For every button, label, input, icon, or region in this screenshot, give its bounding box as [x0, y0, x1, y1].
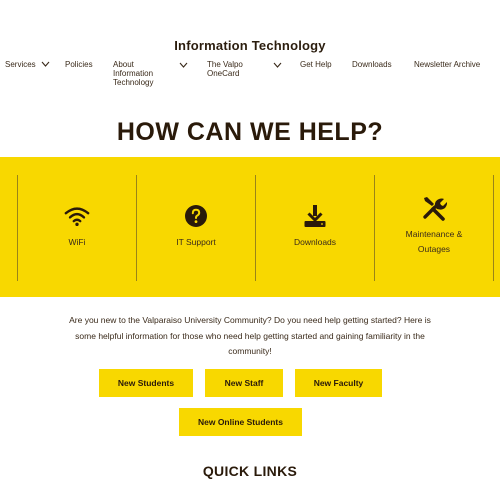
tile-label: IT Support	[176, 237, 216, 247]
quick-links-heading: QUICK LINKS	[202, 463, 298, 479]
nav-item-newsletter-archive[interactable]: Newsletter Archive	[414, 60, 480, 69]
site-title[interactable]: Information Technology	[0, 38, 500, 53]
tile-label: WiFi	[68, 237, 86, 247]
tile-label: Downloads	[293, 237, 337, 247]
new-faculty-button[interactable]: New Faculty	[295, 369, 382, 397]
tile-label: Maintenance & Outages	[405, 229, 463, 254]
main-nav: Services Policies About Information Tech…	[0, 60, 500, 92]
intro-text: Are you new to the Valparaiso University…	[69, 315, 431, 356]
tools-icon	[421, 195, 447, 221]
new-staff-button[interactable]: New Staff	[205, 369, 283, 397]
nav-item-label: Services	[5, 60, 36, 69]
tile-wifi[interactable]: WiFi	[18, 175, 136, 281]
nav-item-label: The Valpo OneCard	[207, 60, 243, 78]
help-tiles-band: WiFi IT Support Downloads Maintenance & …	[0, 157, 500, 297]
new-online-students-button[interactable]: New Online Students	[179, 408, 302, 436]
nav-item-get-help[interactable]: Get Help	[300, 60, 332, 69]
chevron-down-icon[interactable]	[273, 61, 282, 69]
wifi-icon	[64, 203, 90, 229]
nav-item-onecard[interactable]: The Valpo OneCard	[207, 60, 255, 78]
nav-item-label: Newsletter Archive	[414, 60, 481, 69]
tile-downloads[interactable]: Downloads	[256, 175, 374, 281]
chevron-down-icon	[41, 61, 50, 67]
chevron-down-icon[interactable]	[179, 61, 188, 69]
tile-divider	[493, 175, 494, 281]
new-students-button[interactable]: New Students	[99, 369, 193, 397]
nav-item-downloads[interactable]: Downloads	[352, 60, 392, 69]
tile-it-support[interactable]: IT Support	[137, 175, 255, 281]
nav-item-label: About Information Technology	[113, 60, 154, 87]
nav-item-label: Get Help	[300, 60, 332, 69]
tile-maintenance-outages[interactable]: Maintenance & Outages	[375, 175, 493, 281]
download-icon	[302, 203, 328, 229]
nav-item-label: Policies	[65, 60, 93, 69]
hero-title: HOW CAN WE HELP?	[116, 118, 384, 146]
nav-item-policies[interactable]: Policies	[65, 60, 93, 69]
question-circle-icon	[183, 203, 209, 229]
nav-item-about[interactable]: About Information Technology	[113, 60, 163, 87]
nav-item-label: Downloads	[352, 60, 392, 69]
nav-item-services[interactable]: Services	[5, 60, 50, 69]
